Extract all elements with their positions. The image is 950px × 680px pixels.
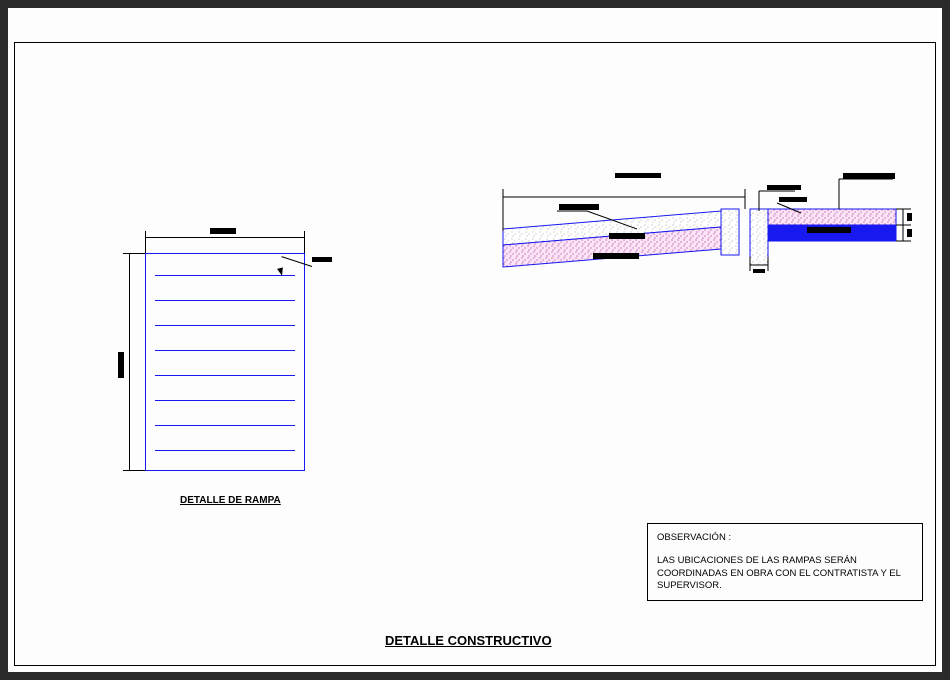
ramp-tread-line	[155, 425, 295, 426]
ramp-tread-line	[155, 300, 295, 301]
plan-dim-vertical-value	[118, 352, 124, 378]
plan-callout-label	[312, 257, 332, 262]
plan-dim-vertical	[129, 253, 130, 471]
ramp-tread-line	[155, 375, 295, 376]
plan-title: DETALLE DE RAMPA	[180, 495, 281, 506]
observation-box: OBSERVACIÓN : LAS UBICACIONES DE LAS RAM…	[647, 523, 923, 601]
ramp-tread-line	[155, 400, 295, 401]
section-geometry	[497, 161, 915, 311]
drawing-canvas: DETALLE DE RAMPA	[8, 8, 942, 672]
ramp-tread-line	[155, 450, 295, 451]
drawing-title: DETALLE CONSTRUCTIVO	[385, 633, 552, 648]
ramp-tread-line	[155, 325, 295, 326]
ramp-tread-line	[155, 350, 295, 351]
ramp-outline	[145, 253, 305, 471]
ramp-section-view	[497, 161, 915, 301]
drawing-frame: DETALLE DE RAMPA	[14, 42, 936, 666]
plan-dim-horizontal	[145, 237, 305, 238]
observation-heading: OBSERVACIÓN :	[657, 532, 913, 545]
observation-body: LAS UBICACIONES DE LAS RAMPAS SERÁN COOR…	[657, 555, 913, 593]
ramp-tread-line	[155, 275, 295, 276]
ramp-plan-view: DETALLE DE RAMPA	[115, 218, 325, 498]
plan-dim-horizontal-value	[210, 228, 236, 234]
